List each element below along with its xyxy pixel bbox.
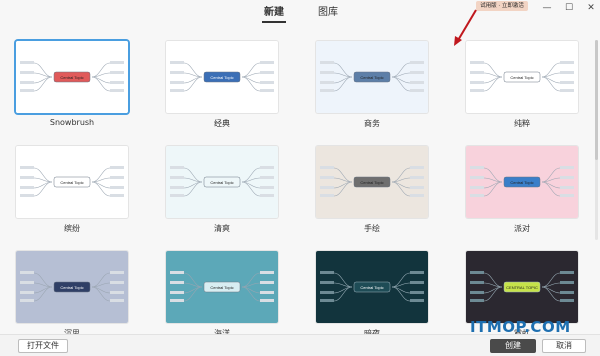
template-card[interactable]: Central Topic [466,41,578,113]
template-card[interactable]: Central Topic [16,146,128,218]
template-card[interactable]: Central Topic [316,146,428,218]
new-document-window: 新建 图库 试用版 · 立即激活 — ☐ ✕ Central Topic Snow… [0,0,600,356]
template-name: 清爽 [214,224,230,233]
template-preview: Central Topic [166,41,278,113]
central-topic-label: Central Topic [510,180,533,185]
maximize-icon[interactable]: ☐ [562,2,576,14]
central-topic-label: Central Topic [60,75,83,80]
template-card[interactable]: Central Topic [466,146,578,218]
central-topic-label: Central Topic [510,75,533,80]
tab-gallery[interactable]: 图库 [316,3,340,23]
template-card[interactable]: Central Topic [316,41,428,113]
trial-activate-badge[interactable]: 试用版 · 立即激活 [476,1,528,11]
template-card[interactable]: Central Topic [166,251,278,323]
tab-new[interactable]: 新建 [262,3,286,23]
template-card[interactable]: Central Topic [166,41,278,113]
template-preview: Central Topic [466,146,578,218]
template-gallery: Central Topic Snowbrush Central Topic 经典 Cen… [0,24,600,334]
template-name: 纯粹 [514,119,530,128]
template-preview: Central Topic [16,251,128,323]
template-preview: Central Topic [316,41,428,113]
template-preview: Central Topic [166,146,278,218]
template-card[interactable]: Central Topic [16,251,128,323]
central-topic-label: Central Topic [60,180,83,185]
template-card[interactable]: Central Topic [316,251,428,323]
template-preview: Central Topic [16,41,128,113]
template-card[interactable]: CENTRAL TOPIC [466,251,578,323]
central-topic-label: Central Topic [210,180,233,185]
template-card[interactable]: Central Topic [166,146,278,218]
template-name: 商务 [364,119,380,128]
template-preview: Central Topic [166,251,278,323]
central-topic-label: Central Topic [60,285,83,290]
central-topic-label: Central Topic [210,75,233,80]
tab-bar: 新建 图库 [262,3,340,23]
scrollbar-thumb[interactable] [595,40,598,160]
footer-bar: 打开文件 创建 取消 [0,334,600,356]
template-preview: CENTRAL TOPIC [466,251,578,323]
minimize-icon[interactable]: — [540,2,554,14]
template-preview: Central Topic [16,146,128,218]
cancel-button[interactable]: 取消 [542,339,586,353]
template-name: 派对 [514,224,530,233]
open-file-button[interactable]: 打开文件 [18,339,68,353]
template-preview: Central Topic [466,41,578,113]
template-preview: Central Topic [316,146,428,218]
template-name: 缤纷 [64,224,80,233]
template-name: Snowbrush [49,118,95,127]
central-topic-label: CENTRAL TOPIC [506,285,538,290]
central-topic-label: Central Topic [360,75,383,80]
close-icon[interactable]: ✕ [584,2,598,14]
template-name: 手绘 [364,224,380,233]
template-name: 经典 [214,119,230,128]
template-card[interactable]: Central Topic [16,41,128,113]
central-topic-label: Central Topic [360,180,383,185]
central-topic-label: Central Topic [360,285,383,290]
template-preview: Central Topic [316,251,428,323]
create-button[interactable]: 创建 [490,339,536,353]
central-topic-label: Central Topic [210,285,233,290]
title-bar: 新建 图库 试用版 · 立即激活 — ☐ ✕ [0,0,600,46]
